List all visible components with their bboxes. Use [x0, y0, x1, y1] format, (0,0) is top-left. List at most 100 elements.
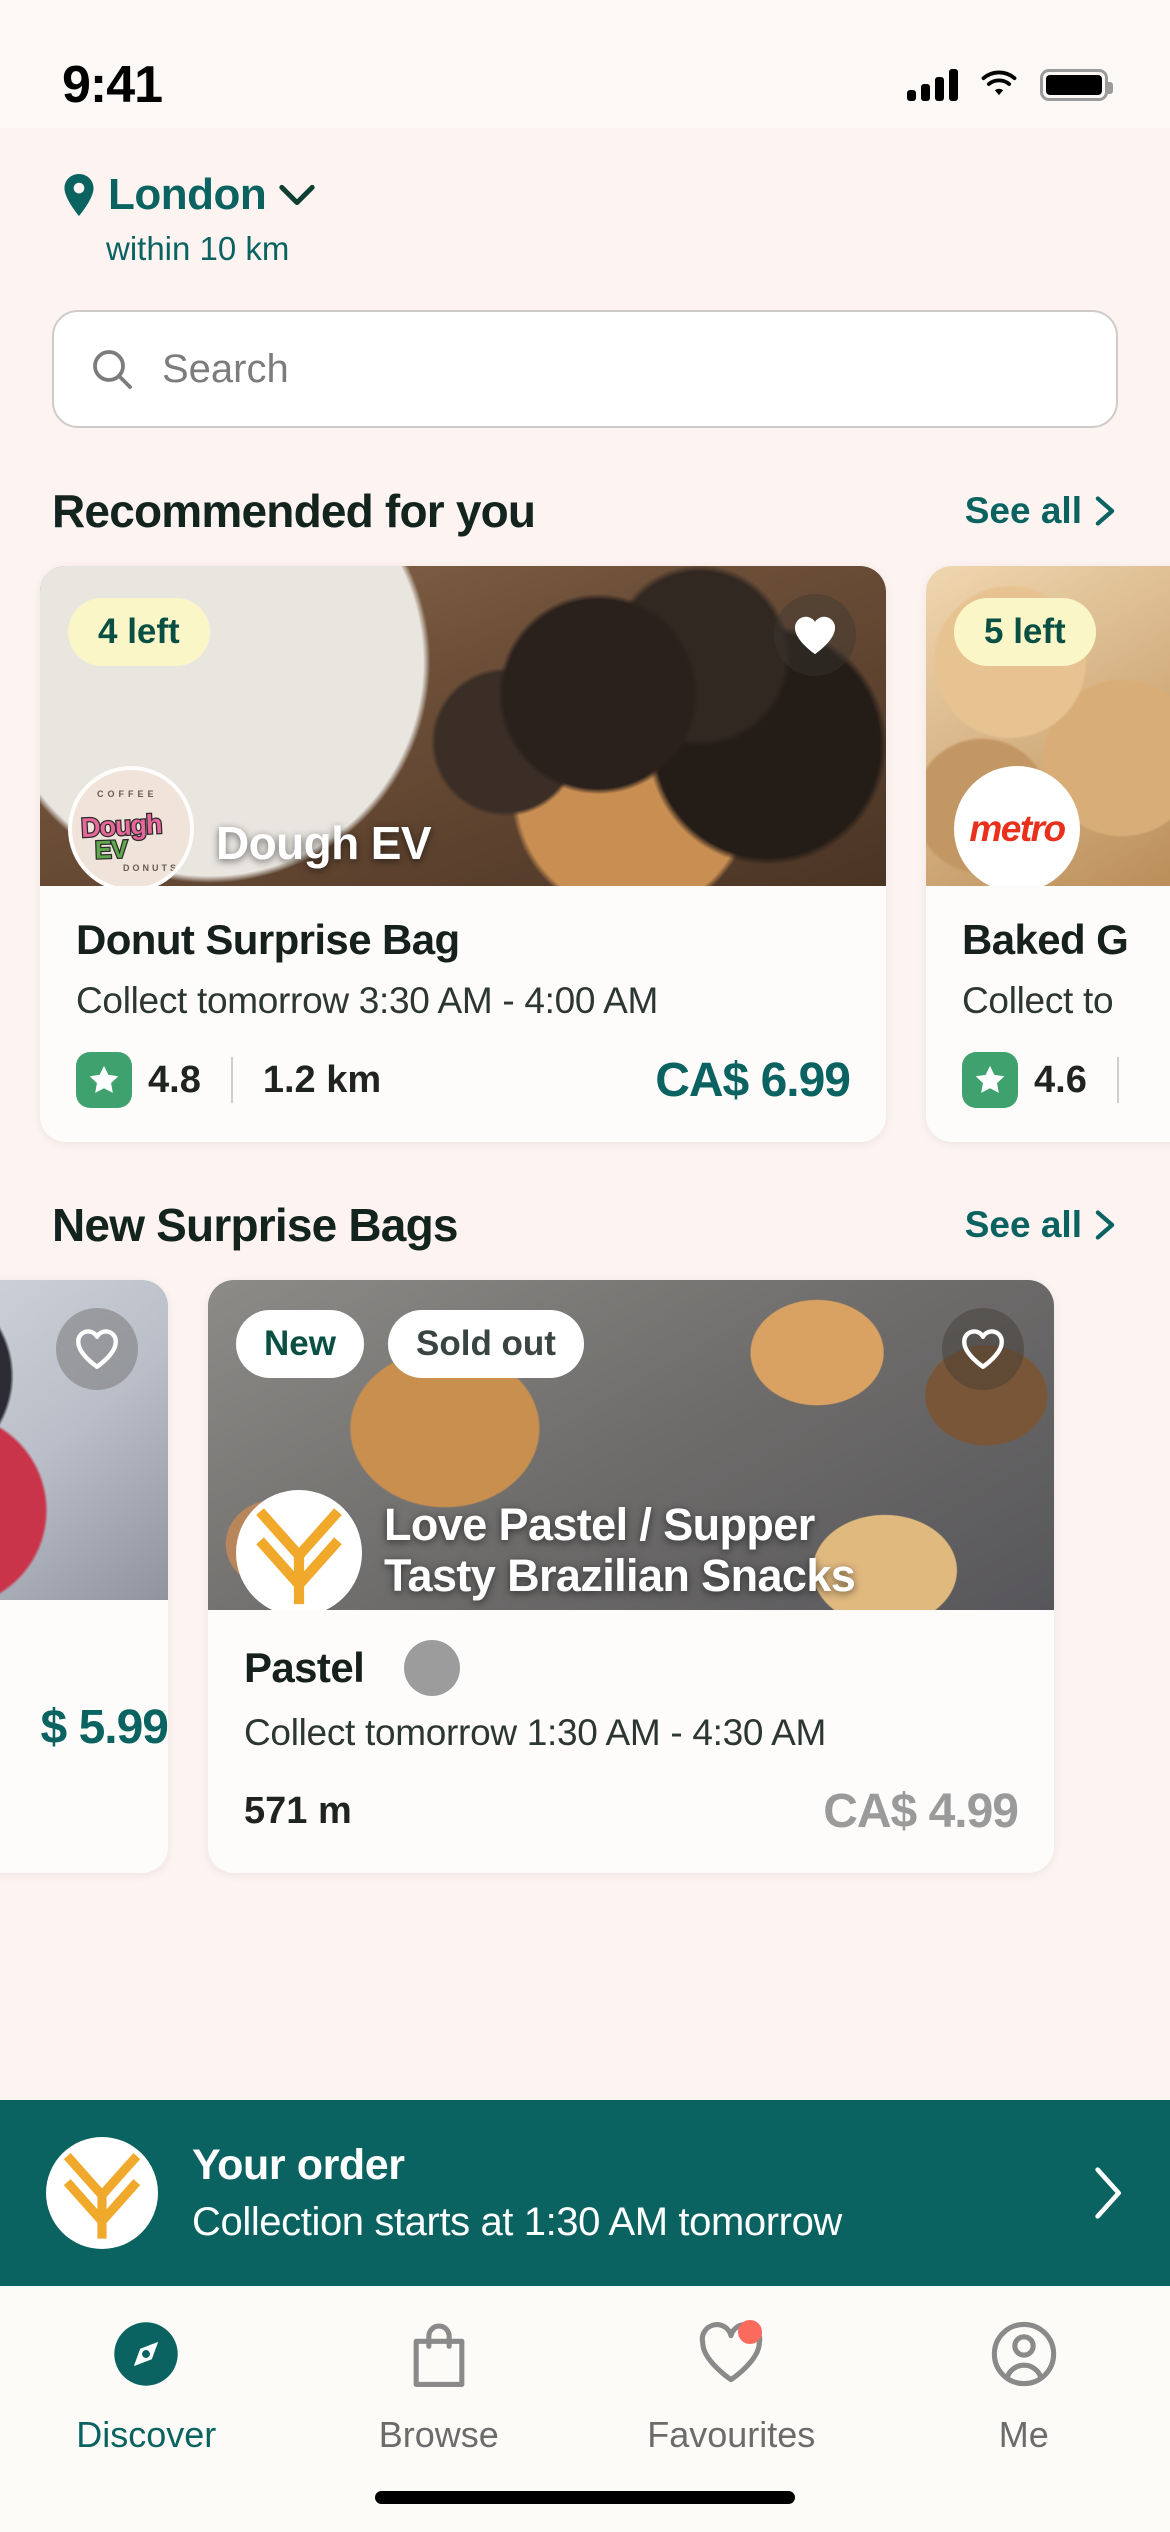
compass-icon [109, 2316, 183, 2392]
search-section: Search [0, 268, 1170, 428]
tab-browse[interactable]: Browse [293, 2316, 586, 2456]
sold-out-badge: Sold out [388, 1310, 584, 1378]
distance: 571 m [244, 1790, 352, 1832]
tab-discover[interactable]: Discover [0, 2316, 293, 2456]
store-name-line-1: Love Pastel / Supper [384, 1498, 815, 1550]
item-name: Donut Surprise Bag [76, 916, 460, 963]
price: CA$ 6.99 [655, 1053, 851, 1107]
store-name-line-2: Tasty Brazilian Snacks [384, 1550, 856, 1602]
card-image: New Sold out Love Pastel / Supper Tasty … [208, 1280, 1054, 1610]
order-store-logo [46, 2137, 158, 2249]
collect-time: Collect tomorrow 1:30 AM - 4:30 AM [244, 1712, 827, 1753]
tgtg-chevron-logo [63, 2153, 141, 2239]
card-body: Donut Surprise Bag Collect tomorrow 3:30… [40, 886, 886, 1142]
section-header-new: New Surprise Bags See all [0, 1198, 1170, 1252]
item-name: Pastel [244, 1644, 365, 1691]
store-logo: COFFEE DONUTS Dough EV [68, 766, 194, 886]
location-header: London within 10 km [0, 128, 1170, 268]
items-left-badge: 4 left [68, 598, 210, 666]
wifi-icon [981, 70, 1017, 96]
item-name-row: Pastel [244, 1640, 1018, 1696]
surprise-bag-card[interactable]: M $ 5.99 [0, 1280, 168, 1873]
card-body: Baked G Collect to 4.6 [926, 886, 1170, 1142]
card-image: 4 left COFFEE DONUTS Dough EV Dough EV [40, 566, 886, 886]
tgtg-chevron-logo [256, 1508, 342, 1605]
metro-logo: metro [969, 808, 1066, 849]
dough-logo-text-2: EV [93, 834, 129, 866]
price: $ 5.99 [40, 1701, 168, 1754]
new-card-row[interactable]: M $ 5.99 New Sold out [0, 1280, 1170, 1873]
heart-filled-icon [794, 616, 836, 655]
favourite-button[interactable] [942, 1308, 1024, 1390]
rating-value: 4.6 [1034, 1058, 1087, 1101]
tab-me[interactable]: Me [878, 2316, 1170, 2456]
search-bar[interactable]: Search [52, 310, 1118, 428]
chevron-right-icon [1095, 496, 1115, 526]
chevron-right-icon [1095, 1210, 1115, 1240]
cellular-signal-icon [907, 69, 958, 101]
tab-label-favourites: Favourites [647, 2414, 816, 2455]
see-all-label: See all [964, 1204, 1082, 1245]
surprise-bag-card[interactable]: 4 left COFFEE DONUTS Dough EV Dough EV D… [40, 566, 886, 1142]
see-all-recommended-button[interactable]: See all [965, 490, 1118, 532]
surprise-bag-card[interactable]: New Sold out Love Pastel / Supper Tasty … [208, 1280, 1054, 1873]
home-indicator[interactable] [375, 2491, 795, 2504]
battery-full-icon [1040, 69, 1113, 101]
search-input[interactable]: Search [162, 347, 289, 392]
price: CA$ 4.99 [823, 1785, 1019, 1838]
card-body: Pastel Collect tomorrow 1:30 AM - 4:30 A… [208, 1610, 1054, 1873]
meta-divider [1116, 1057, 1119, 1103]
tab-favourites[interactable]: Favourites [585, 2316, 878, 2456]
status-bar-icons [907, 69, 1113, 101]
status-bar-time: 9:41 [62, 56, 163, 114]
collect-time: Collect to [962, 980, 1114, 1021]
tab-label-me: Me [998, 2414, 1049, 2455]
meta-divider [230, 1057, 233, 1103]
location-selector[interactable]: London [62, 170, 1118, 220]
location-radius: within 10 km [106, 230, 290, 267]
card-meta-row: 4.6 [962, 1052, 1170, 1108]
order-text: Your order Collection starts at 1:30 AM … [192, 2141, 1056, 2245]
collect-time: Collect tomorrow 3:30 AM - 4:00 AM [76, 980, 659, 1021]
search-icon [93, 350, 132, 389]
favourite-button[interactable] [774, 594, 856, 676]
store-logo: metro [954, 766, 1080, 886]
status-bar: 9:41 [0, 0, 1170, 128]
order-title: Your order [192, 2141, 405, 2189]
rating-value: 4.8 [148, 1058, 201, 1101]
card-meta-row: $ 5.99 [0, 1700, 168, 1755]
order-subtitle: Collection starts at 1:30 AM tomorrow [192, 2200, 842, 2244]
favourite-button[interactable] [56, 1308, 138, 1390]
card-image: 5 left metro [926, 566, 1170, 886]
heart-outline-icon [962, 1329, 1004, 1369]
rating: 4.8 [76, 1052, 201, 1108]
see-all-new-button[interactable]: See all [965, 1204, 1118, 1246]
star-icon [76, 1052, 132, 1108]
bag-icon [406, 2316, 472, 2392]
store-name: Love Pastel / Supper Tasty Brazilian Sna… [384, 1499, 1030, 1603]
card-meta-row: 4.8 1.2 km CA$ 6.99 [76, 1052, 851, 1108]
surprise-bag-card[interactable]: 5 left metro Baked G Collect to 4.6 [926, 566, 1170, 1142]
collect-time-partial: M [0, 1628, 168, 1670]
item-name: Baked G [962, 916, 1129, 963]
your-order-banner[interactable]: Your order Collection starts at 1:30 AM … [0, 2100, 1170, 2286]
location-city: London [108, 170, 267, 219]
store-logo [236, 1490, 362, 1610]
section-title-new: New Surprise Bags [52, 1199, 458, 1251]
recommended-card-row[interactable]: 4 left COFFEE DONUTS Dough EV Dough EV D… [0, 566, 1170, 1142]
new-badge: New [236, 1310, 364, 1378]
items-left-badge: 5 left [954, 598, 1096, 666]
dough-logo-arc-bottom: DONUTS [123, 863, 179, 873]
see-all-label: See all [964, 490, 1082, 531]
chevron-down-icon [279, 184, 315, 206]
placeholder-dot-icon [404, 1640, 461, 1696]
tab-label-browse: Browse [378, 2414, 499, 2455]
star-icon [962, 1052, 1018, 1108]
chevron-right-icon[interactable] [1090, 2165, 1124, 2221]
distance: 1.2 km [262, 1058, 382, 1101]
person-icon [989, 2316, 1059, 2392]
rating: 4.6 [962, 1052, 1087, 1108]
tab-label-discover: Discover [76, 2414, 217, 2455]
dough-logo-arc-top: COFFEE [97, 789, 158, 799]
page-title: Recommended for you [52, 485, 536, 537]
